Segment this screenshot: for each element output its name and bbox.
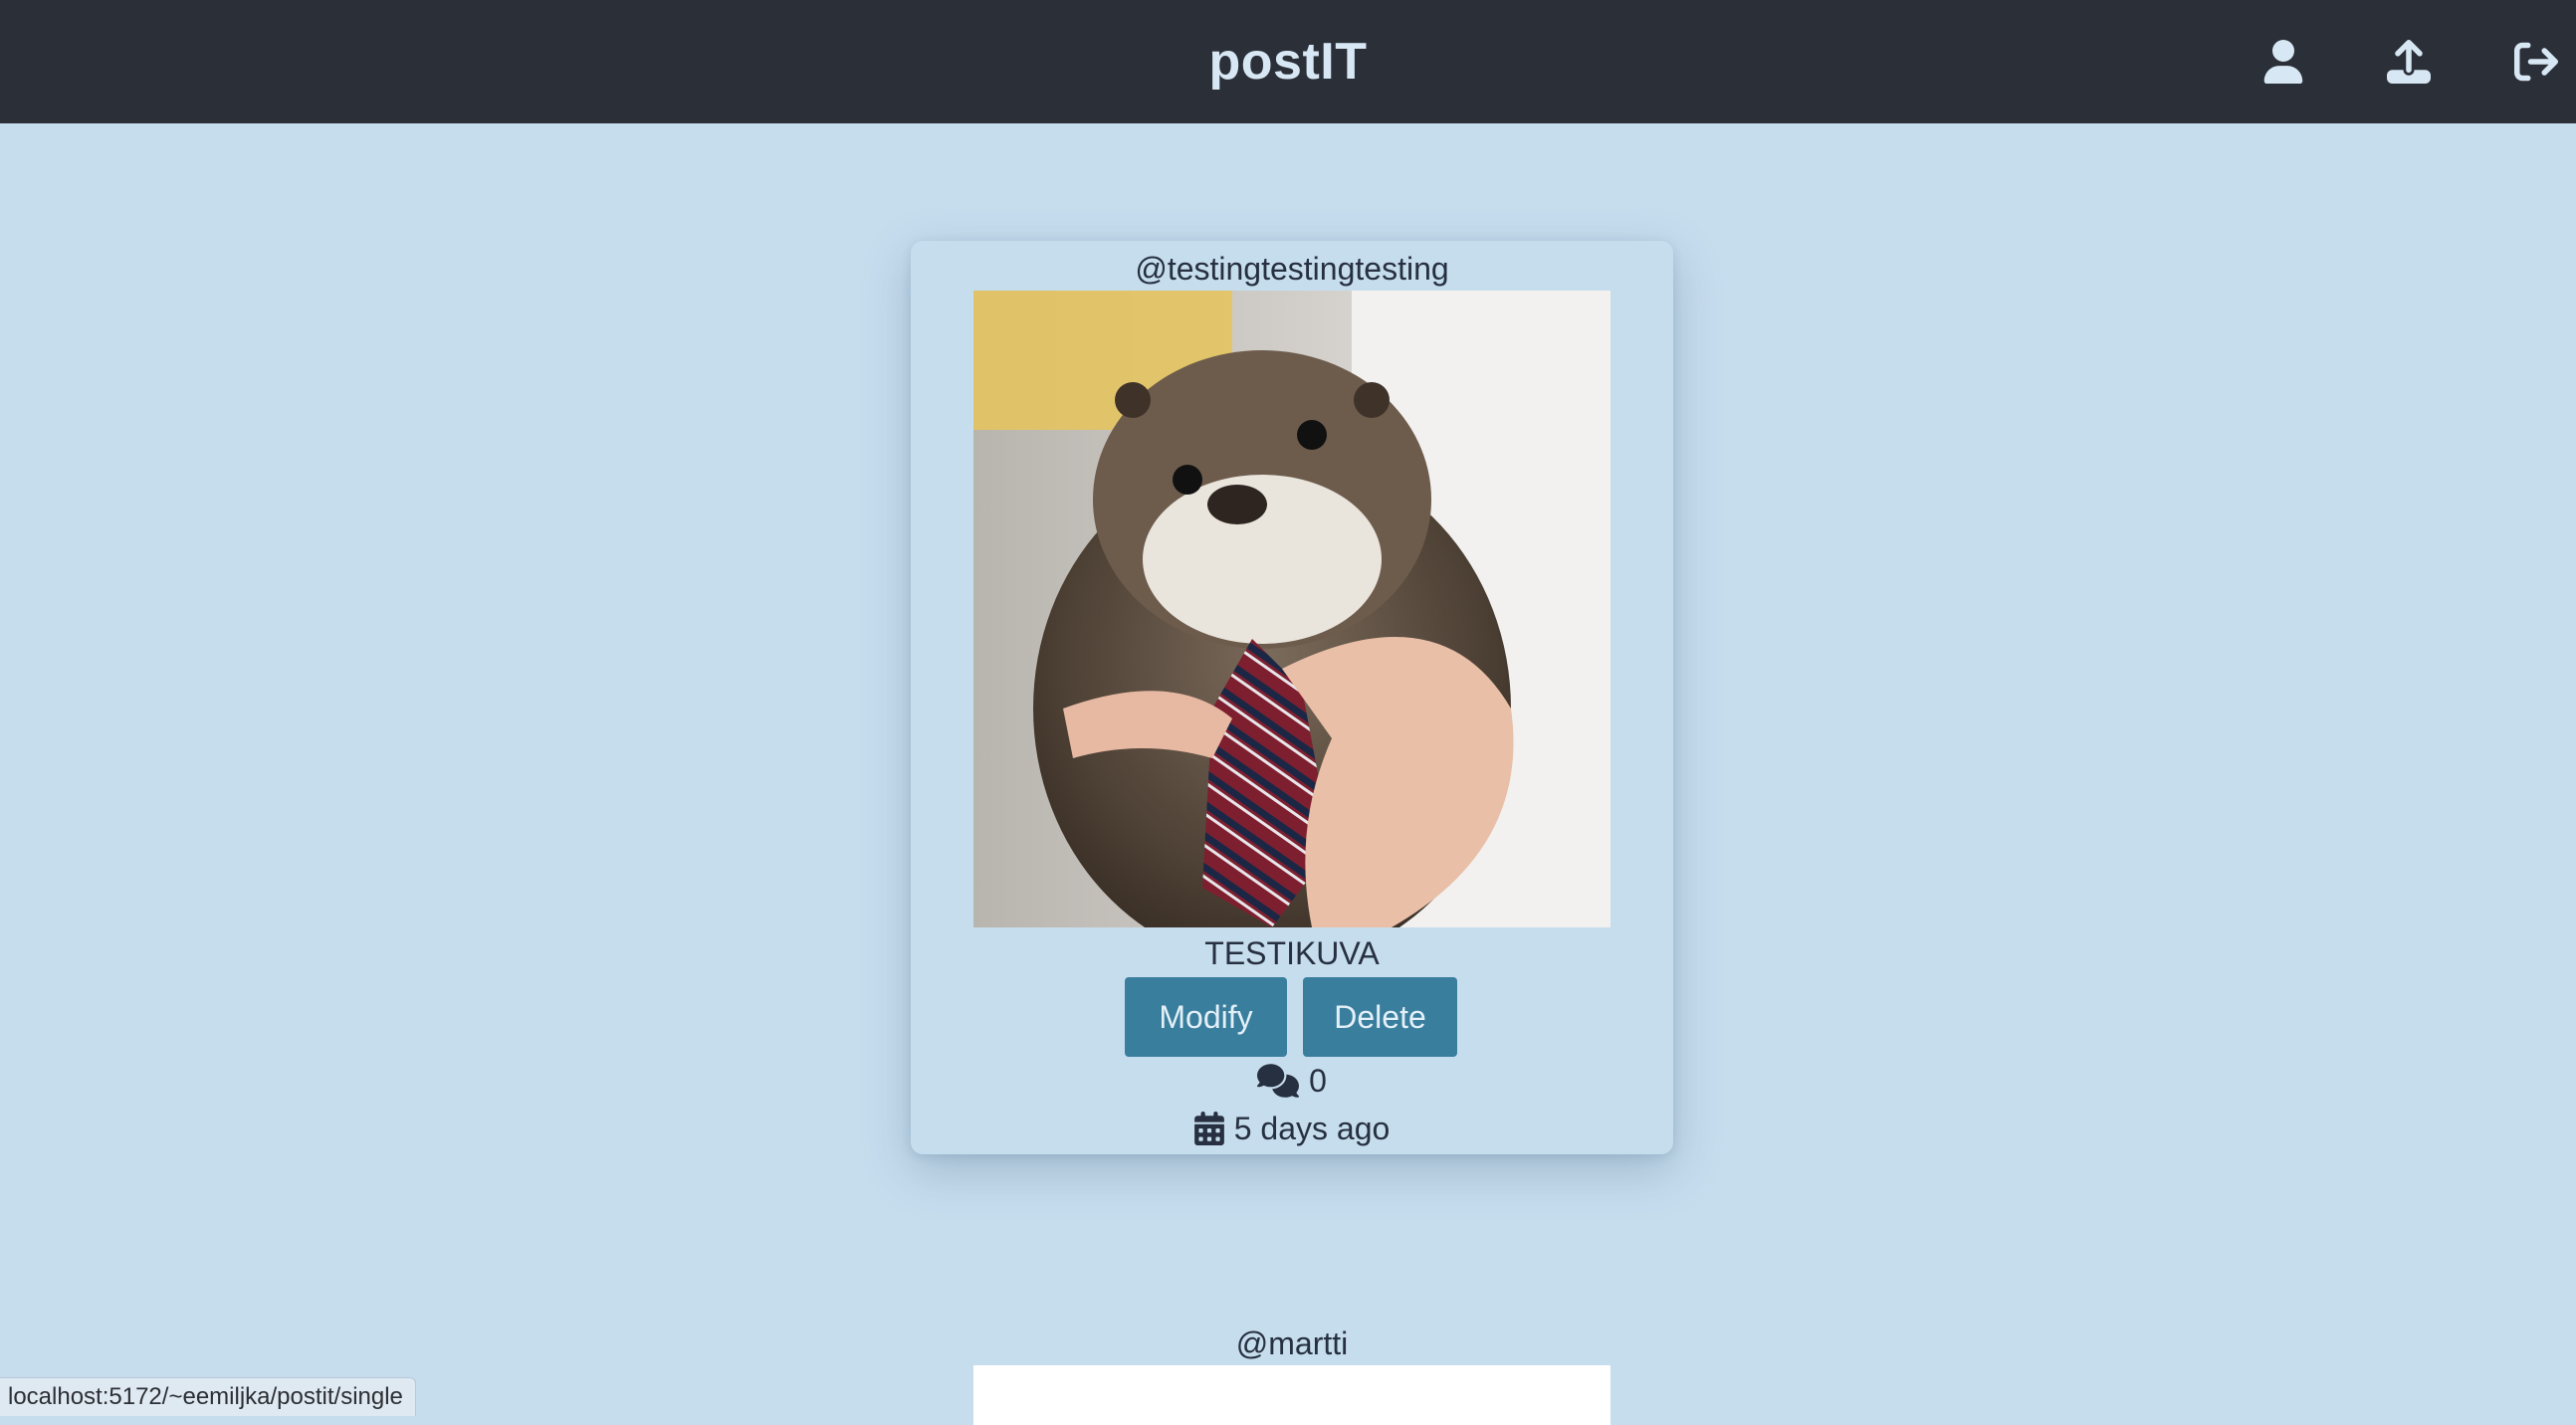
comment-count: 0 [1309, 1063, 1327, 1099]
upload-icon [2387, 40, 2431, 84]
calendar-icon [1193, 1112, 1224, 1145]
upload-button[interactable] [2383, 36, 2435, 88]
date-row: 5 days ago [911, 1109, 1673, 1148]
post-image[interactable] [973, 291, 1610, 927]
logout-icon [2514, 42, 2558, 82]
logout-button[interactable] [2510, 36, 2562, 88]
top-nav-bar: postIT [0, 0, 2576, 123]
otter-image [973, 291, 1610, 927]
delete-button[interactable]: Delete [1303, 977, 1457, 1057]
post-username[interactable]: @testingtestingtesting [911, 249, 1673, 289]
comments-icon [1257, 1064, 1300, 1098]
user-icon [2263, 40, 2303, 84]
next-post-image[interactable] [973, 1365, 1610, 1425]
app-title[interactable]: postIT [0, 30, 2576, 94]
comments-row[interactable]: 0 [911, 1061, 1673, 1101]
post-card: @testingtestingtesting TESTIKUVA Modify … [911, 241, 1673, 1154]
post-title: TESTIKUVA [1204, 935, 1380, 971]
next-post-username[interactable]: @martti [911, 1323, 1673, 1363]
post-date: 5 days ago [1233, 1111, 1391, 1146]
profile-button[interactable] [2257, 36, 2309, 88]
status-bar-url: localhost:5172/~eemiljka/postit/single [0, 1377, 416, 1416]
modify-button[interactable]: Modify [1125, 977, 1287, 1057]
